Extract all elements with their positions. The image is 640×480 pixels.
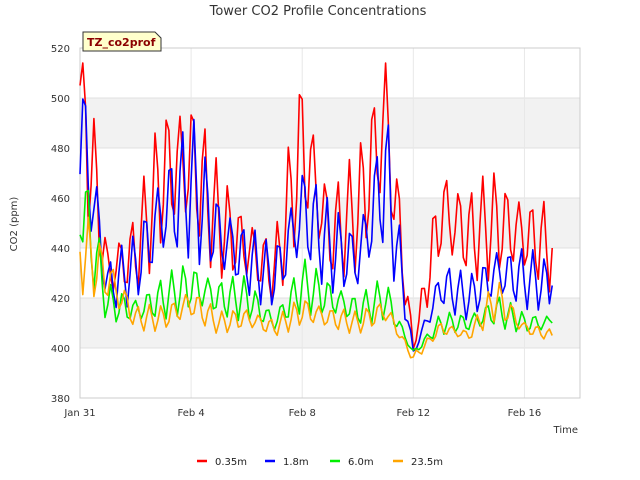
x-tick-label: Jan 31 [63, 408, 95, 419]
y-tick-label: 460 [51, 194, 70, 205]
legend-label: 23.5m [411, 457, 443, 468]
x-tick-label: Feb 16 [508, 408, 542, 419]
y-tick-label: 440 [51, 244, 70, 255]
y-tick-label: 520 [51, 44, 70, 55]
y-axis-label: CO2 (ppm) [9, 197, 20, 252]
x-tick-label: Feb 12 [397, 408, 431, 419]
chart-title: Tower CO2 Profile Concentrations [209, 4, 427, 19]
x-tick-label: Feb 8 [289, 408, 316, 419]
y-tick-label: 380 [51, 394, 70, 405]
x-axis-ticks: Jan 31 Feb 4 Feb 8 Feb 12 Feb 16 [63, 408, 541, 419]
legend-label: 1.8m [283, 457, 309, 468]
y-tick-label: 480 [51, 144, 70, 155]
plot-band [80, 298, 580, 348]
y-tick-label: 400 [51, 344, 70, 355]
badge-label: TZ_co2prof [87, 36, 156, 49]
x-axis-label: Time [553, 425, 578, 436]
chart-badge: TZ_co2prof [82, 31, 162, 52]
legend-label: 6.0m [348, 457, 374, 468]
y-axis-ticks: 380 400 420 440 460 480 500 520 [51, 44, 70, 405]
co2-profile-chart: 380 400 420 440 460 480 500 520 Jan 31 Feb 4 Feb … [9, 4, 581, 468]
legend: 0.35m 1.8m 6.0m 23.5m [197, 457, 443, 468]
y-tick-label: 500 [51, 94, 70, 105]
legend-label: 0.35m [215, 457, 247, 468]
x-tick-label: Feb 4 [177, 408, 204, 419]
y-tick-label: 420 [51, 294, 70, 305]
